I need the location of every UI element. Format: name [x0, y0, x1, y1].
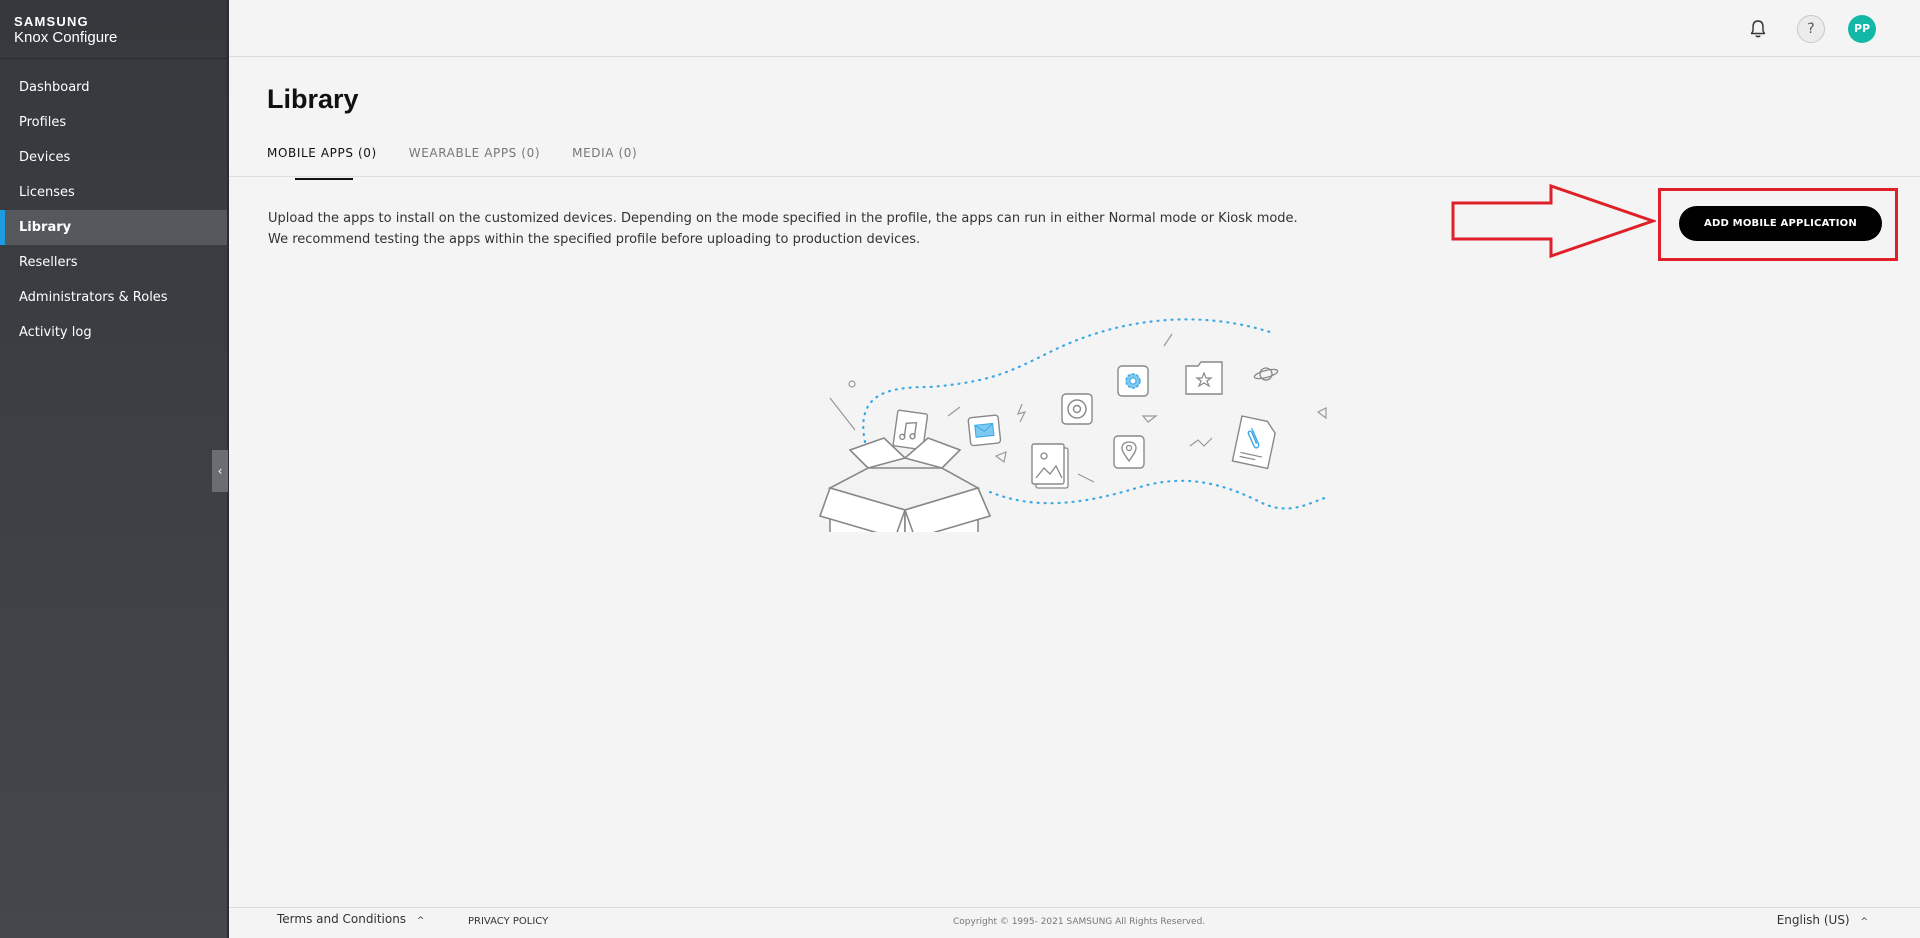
- divider: [0, 58, 227, 59]
- language-label: English (US): [1776, 913, 1850, 927]
- top-bar: ? PP: [229, 0, 1920, 57]
- sidebar-item-resellers[interactable]: Resellers: [0, 245, 227, 280]
- sidebar-collapse-button[interactable]: ‹: [212, 450, 228, 492]
- sidebar-item-activity-log[interactable]: Activity log: [0, 315, 227, 350]
- page-description: Upload the apps to install on the custom…: [268, 208, 1298, 250]
- sidebar-nav: Dashboard Profiles Devices Licenses Libr…: [0, 70, 227, 350]
- sidebar: SAMSUNG Knox Configure Dashboard Profile…: [0, 0, 229, 938]
- footer: Terms and Conditions ^ PRIVACY POLICY Co…: [229, 907, 1920, 938]
- library-tabs: MOBILE APPS (0) WEARABLE APPS (0) MEDIA …: [267, 146, 669, 180]
- chevron-up-icon: ^: [416, 916, 425, 926]
- sidebar-item-dashboard[interactable]: Dashboard: [0, 70, 227, 105]
- terms-and-conditions-link[interactable]: Terms and Conditions ^: [277, 912, 424, 926]
- help-icon[interactable]: ?: [1797, 15, 1825, 43]
- brand-samsung: SAMSUNG: [14, 14, 89, 29]
- description-line-2: We recommend testing the apps within the…: [268, 232, 921, 247]
- empty-library-illustration: [818, 318, 1330, 532]
- tab-wearable-apps[interactable]: WEARABLE APPS (0): [409, 146, 540, 180]
- user-avatar[interactable]: PP: [1848, 15, 1876, 43]
- brand-product: Knox Configure: [14, 29, 118, 46]
- notifications-bell-icon[interactable]: [1744, 15, 1772, 43]
- terms-label: Terms and Conditions: [277, 912, 407, 926]
- tab-mobile-apps[interactable]: MOBILE APPS (0): [267, 146, 377, 180]
- chevron-up-icon: ^: [1860, 917, 1868, 927]
- sidebar-item-licenses[interactable]: Licenses: [0, 175, 227, 210]
- annotation-arrow-icon: [1451, 183, 1656, 259]
- tab-media[interactable]: MEDIA (0): [572, 146, 637, 180]
- sidebar-item-administrators-roles[interactable]: Administrators & Roles: [0, 280, 227, 315]
- tabs-divider: [229, 176, 1920, 177]
- add-mobile-application-button[interactable]: ADD MOBILE APPLICATION: [1679, 206, 1882, 241]
- brand-logo[interactable]: SAMSUNG Knox Configure: [14, 14, 117, 46]
- copyright-text: Copyright © 1995- 2021 SAMSUNG All Right…: [953, 917, 1206, 927]
- sidebar-item-profiles[interactable]: Profiles: [0, 105, 227, 140]
- description-line-1: Upload the apps to install on the custom…: [268, 211, 1298, 226]
- page-title: Library: [267, 84, 359, 114]
- privacy-policy-link[interactable]: PRIVACY POLICY: [468, 916, 548, 927]
- language-selector[interactable]: English (US) ^: [1777, 913, 1868, 927]
- sidebar-item-devices[interactable]: Devices: [0, 140, 227, 175]
- sidebar-item-library[interactable]: Library: [0, 210, 227, 245]
